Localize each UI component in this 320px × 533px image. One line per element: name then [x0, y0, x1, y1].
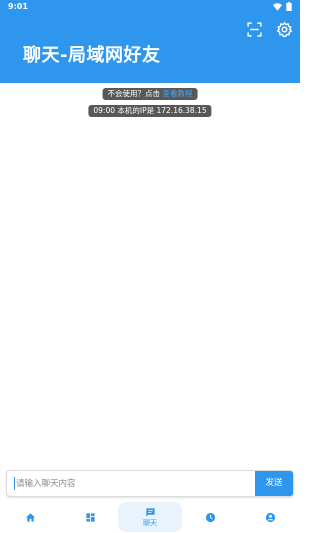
nav-history[interactable]	[180, 502, 240, 532]
send-button[interactable]: 发送	[255, 471, 293, 496]
account-icon	[265, 512, 276, 523]
help-notice: 不会使用？点击 查看教程	[102, 88, 198, 100]
dashboard-icon	[85, 512, 96, 523]
home-icon	[25, 512, 36, 523]
message-composer: 发送	[6, 470, 294, 497]
nav-chat-label: 聊天	[143, 518, 157, 527]
battery-icon	[286, 2, 292, 11]
page-title: 聊天-局域网好友	[23, 45, 161, 66]
nav-home[interactable]	[0, 502, 60, 532]
wifi-icon	[273, 2, 282, 11]
nav-profile[interactable]	[240, 502, 300, 532]
status-time: 9:01	[8, 2, 28, 11]
nav-chat[interactable]: 聊天	[118, 502, 182, 532]
chat-icon	[145, 507, 156, 518]
ip-notice: 09:00 本机的IP是 172.16.38.15	[88, 105, 212, 117]
chat-input[interactable]	[7, 471, 257, 496]
help-notice-text: 不会使用？点击	[107, 89, 161, 98]
header-actions	[245, 20, 293, 38]
status-bar: 9:01	[0, 0, 300, 14]
status-icons	[273, 2, 292, 11]
app-header: 9:01 聊天-局域网好友	[0, 0, 300, 83]
scan-icon[interactable]	[245, 20, 263, 38]
clock-icon	[205, 512, 216, 523]
settings-icon[interactable]	[275, 20, 293, 38]
nav-dashboard[interactable]	[60, 502, 120, 532]
tutorial-link[interactable]: 查看教程	[162, 89, 192, 98]
chat-message-list[interactable]: 不会使用？点击 查看教程 09:00 本机的IP是 172.16.38.15	[0, 83, 300, 467]
bottom-nav: 聊天	[0, 500, 300, 533]
